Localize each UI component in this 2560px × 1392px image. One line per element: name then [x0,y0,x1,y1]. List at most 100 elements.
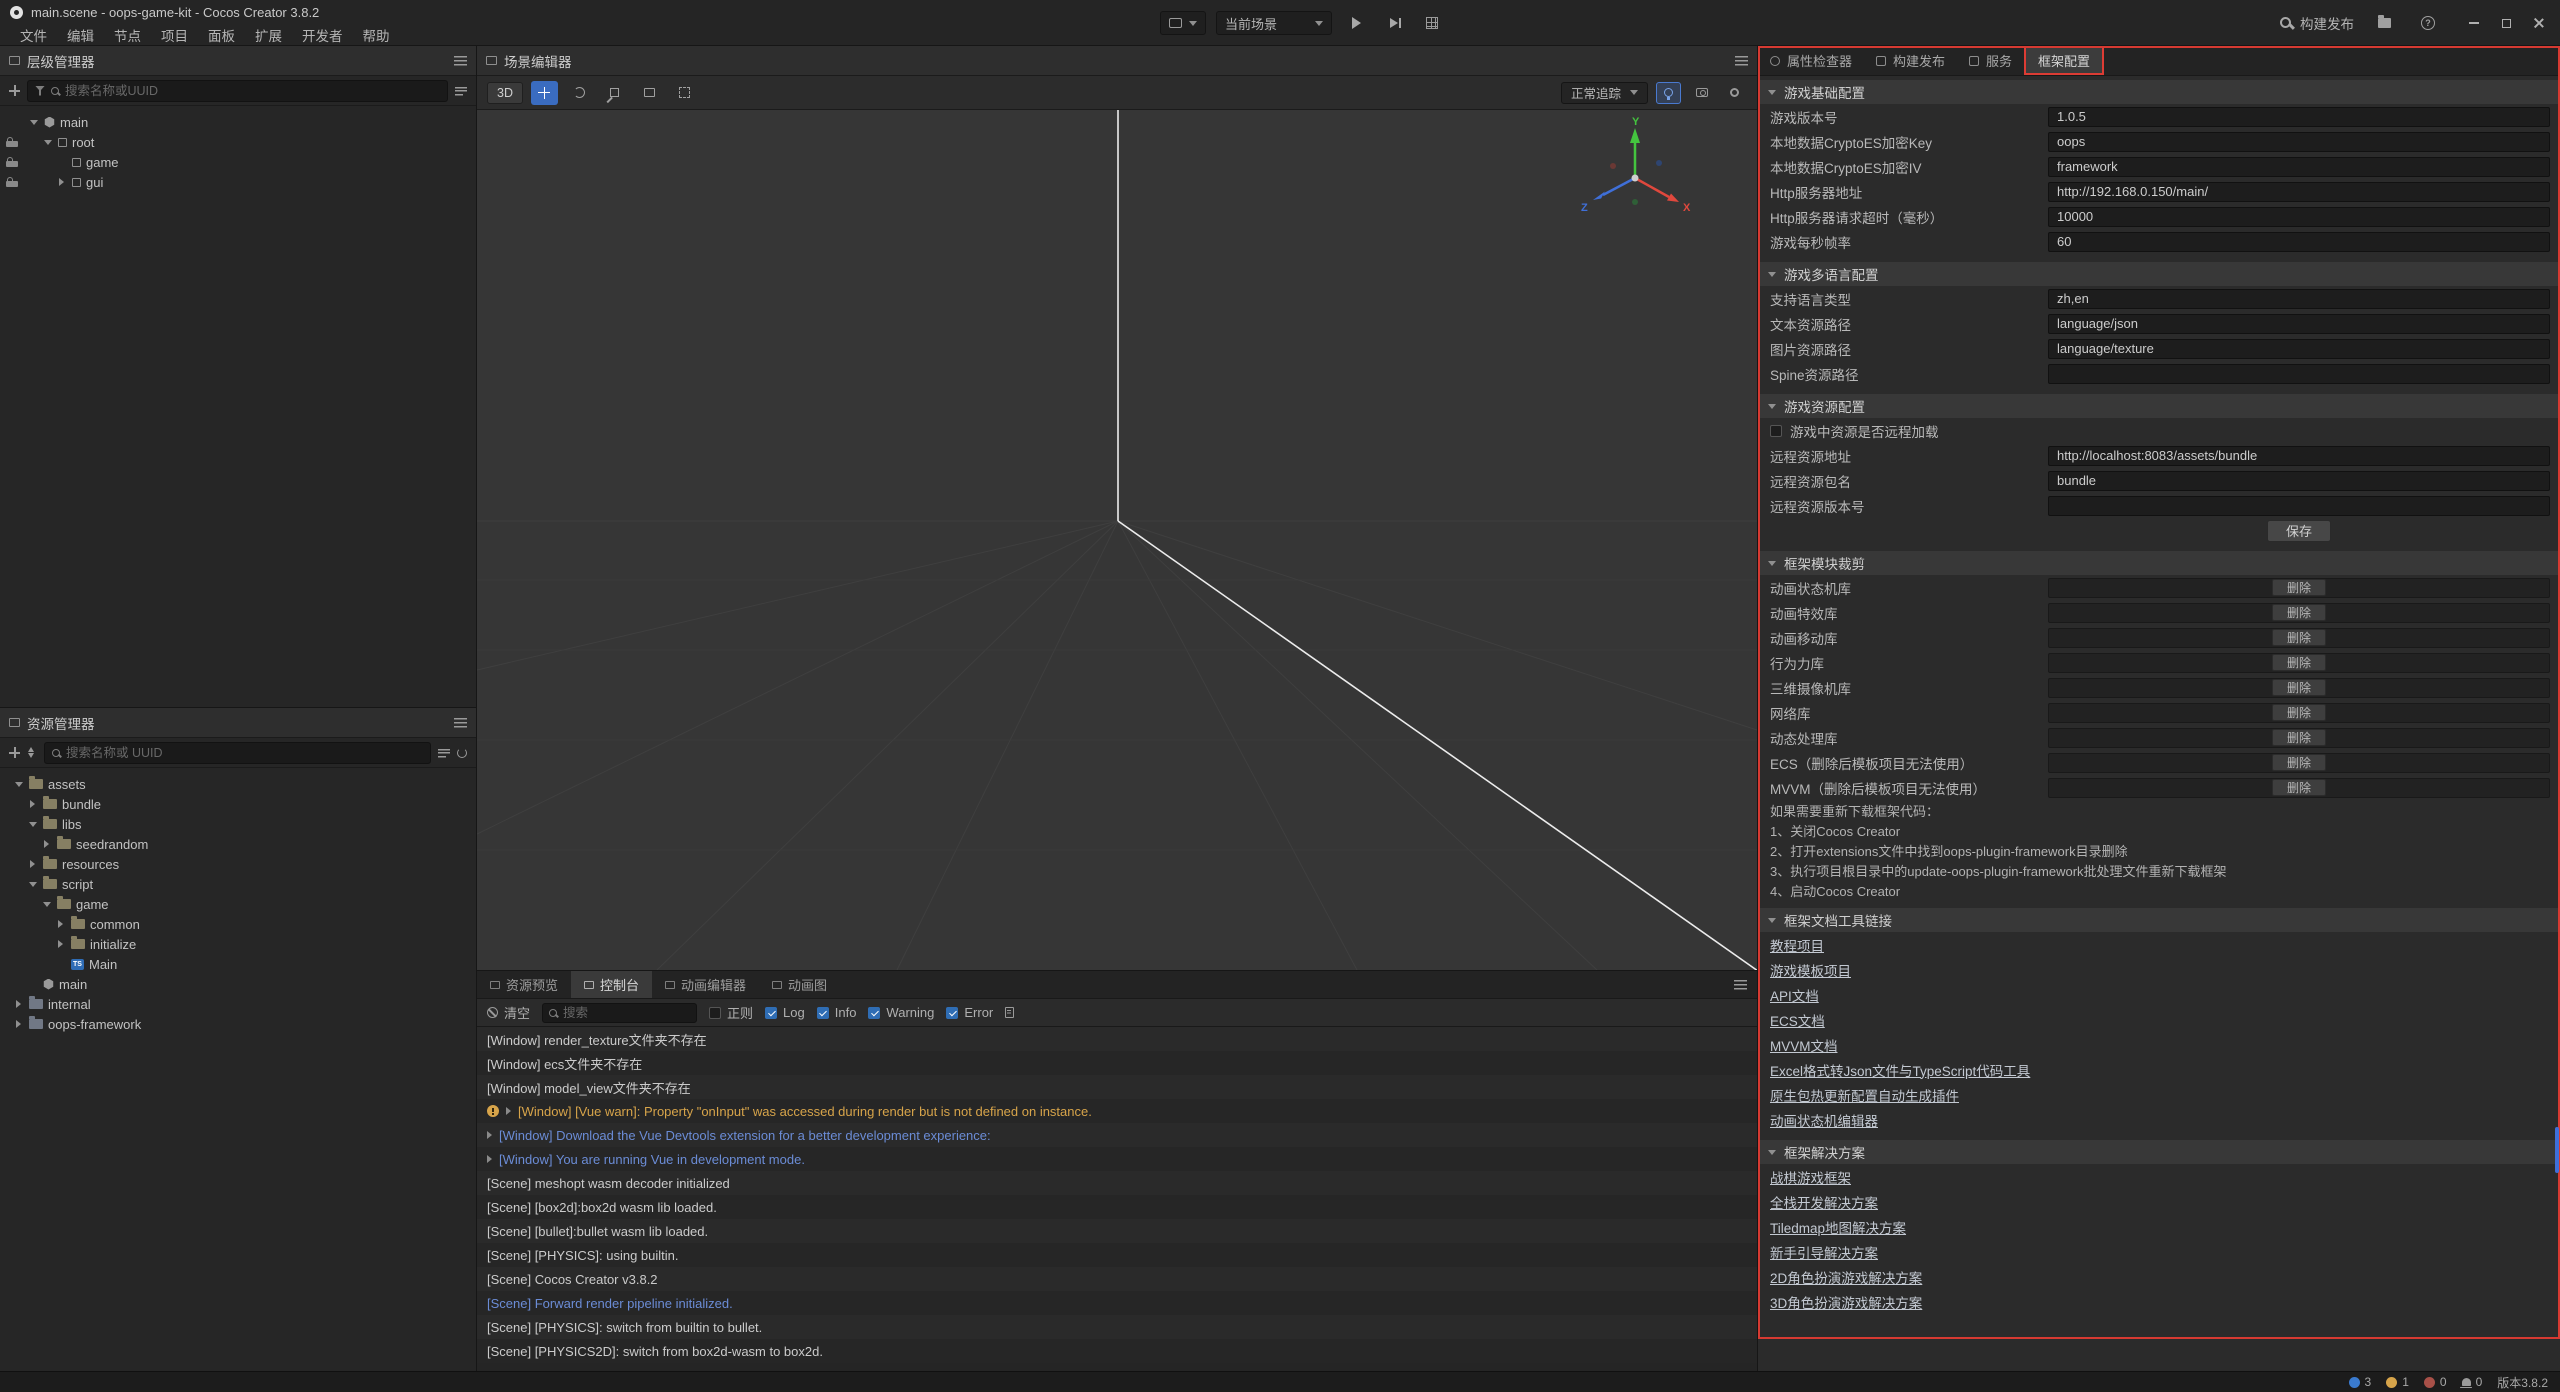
hierarchy-node-game[interactable]: game [0,152,476,172]
asset-node-resources[interactable]: resources [0,854,476,874]
asset-node-internal[interactable]: internal [0,994,476,1014]
log-row[interactable]: [Window] model_view文件夹不存在 [477,1075,1757,1099]
chevron-right-icon[interactable] [487,1155,492,1163]
info-checkbox[interactable] [817,1007,829,1019]
property-input[interactable] [2048,339,2550,359]
clear-console-button[interactable]: 清空 [487,1003,530,1022]
sort-icon[interactable] [27,747,37,758]
view-mode-dropdown[interactable]: 正常追踪 [1561,82,1648,104]
chevron-right-icon[interactable] [58,940,63,948]
chevron-down-icon[interactable] [29,882,37,887]
section-header-i18n-config[interactable]: 游戏多语言配置 [1758,262,2560,286]
doc-link[interactable]: 原生包热更新配置自动生成插件 [1770,1085,1959,1105]
chevron-down-icon[interactable] [1768,918,1776,923]
console-search-input[interactable] [563,1006,690,1020]
hierarchy-node-main[interactable]: main [0,112,476,132]
log-row[interactable]: [Window] ecs文件夹不存在 [477,1051,1757,1075]
property-input[interactable] [2048,132,2550,152]
assets-search-box[interactable] [44,742,431,764]
tab-service[interactable]: 服务 [1957,46,2024,75]
asset-node-oops-framework[interactable]: oops-framework [0,1014,476,1034]
panel-menu-icon[interactable] [454,56,467,66]
section-header-solutions[interactable]: 框架解决方案 [1758,1140,2560,1164]
asset-node-bundle[interactable]: bundle [0,794,476,814]
mode-3d-toggle[interactable]: 3D [487,82,523,104]
chevron-right-icon[interactable] [44,840,49,848]
filter-icon[interactable] [35,86,45,96]
minimize-button[interactable] [2458,0,2490,46]
delete-button[interactable]: 删除 [2272,679,2326,696]
add-node-button[interactable] [9,85,20,96]
hierarchy-options-icon[interactable] [455,86,467,96]
doc-link[interactable]: Excel格式转Json文件与TypeScript代码工具 [1770,1060,2030,1080]
tab-assets-preview[interactable]: 资源预览 [477,971,571,998]
maximize-button[interactable] [2490,0,2522,46]
chevron-right-icon[interactable] [30,800,35,808]
log-row[interactable]: [Scene] Cocos Creator v3.8.2 [477,1267,1757,1291]
chevron-down-icon[interactable] [1768,561,1776,566]
doc-link[interactable]: 新手引导解决方案 [1770,1242,1878,1262]
property-input[interactable] [2048,446,2550,466]
chevron-down-icon[interactable] [44,140,52,145]
property-input[interactable] [2048,107,2550,127]
rect-tool-button[interactable] [636,81,663,105]
asset-node-game[interactable]: game [0,894,476,914]
asset-node-seedrandom[interactable]: seedrandom [0,834,476,854]
menu-edit[interactable]: 编辑 [57,25,104,45]
doc-link[interactable]: 全栈开发解决方案 [1770,1192,1878,1212]
error-checkbox[interactable] [946,1007,958,1019]
menu-project[interactable]: 项目 [151,25,198,45]
menu-extension[interactable]: 扩展 [245,25,292,45]
property-input[interactable] [2048,289,2550,309]
filter-error[interactable]: Error [946,1005,993,1020]
tab-build[interactable]: 构建发布 [1864,46,1957,75]
property-input[interactable] [2048,157,2550,177]
property-input[interactable] [2048,471,2550,491]
assets-filter-icon[interactable] [438,748,450,758]
panel-menu-icon[interactable] [1735,56,1748,66]
delete-button[interactable]: 删除 [2272,754,2326,771]
filter-info[interactable]: Info [817,1005,857,1020]
axis-gizmo[interactable]: Y X Z [1575,116,1695,236]
rotate-tool-button[interactable] [566,81,593,105]
log-row[interactable]: [Window] [Vue warn]: Property "onInput" … [477,1099,1757,1123]
hierarchy-search-box[interactable] [27,80,448,102]
play-button[interactable] [1342,11,1370,35]
log-checkbox[interactable] [765,1007,777,1019]
tab-framework-config[interactable]: 框架配置 [2024,46,2104,75]
panel-menu-icon[interactable] [454,718,467,728]
chevron-down-icon[interactable] [1768,1150,1776,1155]
chevron-down-icon[interactable] [1768,272,1776,277]
property-input[interactable] [2048,207,2550,227]
section-header-module-trim[interactable]: 框架模块裁剪 [1758,551,2560,575]
doc-link[interactable]: ECS文档 [1770,1010,1825,1030]
log-file-icon[interactable] [1005,1007,1014,1018]
log-row[interactable]: [Scene] [PHYSICS]: using builtin. [477,1243,1757,1267]
save-button[interactable]: 保存 [2267,520,2331,542]
log-row[interactable]: [Scene] meshopt wasm decoder initialized [477,1171,1757,1195]
section-header-resource-config[interactable]: 游戏资源配置 [1758,394,2560,418]
move-tool-button[interactable] [531,81,558,105]
delete-button[interactable]: 删除 [2272,629,2326,646]
open-project-folder-button[interactable] [2370,11,2398,35]
asset-node-initialize[interactable]: initialize [0,934,476,954]
menu-developer[interactable]: 开发者 [292,25,353,45]
property-input[interactable] [2048,364,2550,384]
asset-node-libs[interactable]: libs [0,814,476,834]
asset-node-Main[interactable]: Main [0,954,476,974]
doc-link[interactable]: 战棋游戏框架 [1770,1167,1851,1187]
doc-link[interactable]: API文档 [1770,985,1819,1005]
scene-dropdown[interactable]: 当前场景 [1216,11,1332,35]
log-row[interactable]: [Scene] [box2d]:box2d wasm lib loaded. [477,1195,1757,1219]
chevron-down-icon[interactable] [1768,404,1776,409]
layout-button[interactable] [1418,11,1446,35]
close-button[interactable] [2522,0,2554,46]
notification-badge[interactable]: 0 [2462,1375,2483,1389]
remote-load-checkbox[interactable] [1770,425,1782,437]
add-asset-button[interactable] [9,747,20,758]
regex-checkbox[interactable] [709,1007,721,1019]
log-row[interactable]: [Window] You are running Vue in developm… [477,1147,1757,1171]
chevron-right-icon[interactable] [58,920,63,928]
chevron-right-icon[interactable] [487,1131,492,1139]
scrollbar-thumb[interactable] [2555,1127,2559,1173]
